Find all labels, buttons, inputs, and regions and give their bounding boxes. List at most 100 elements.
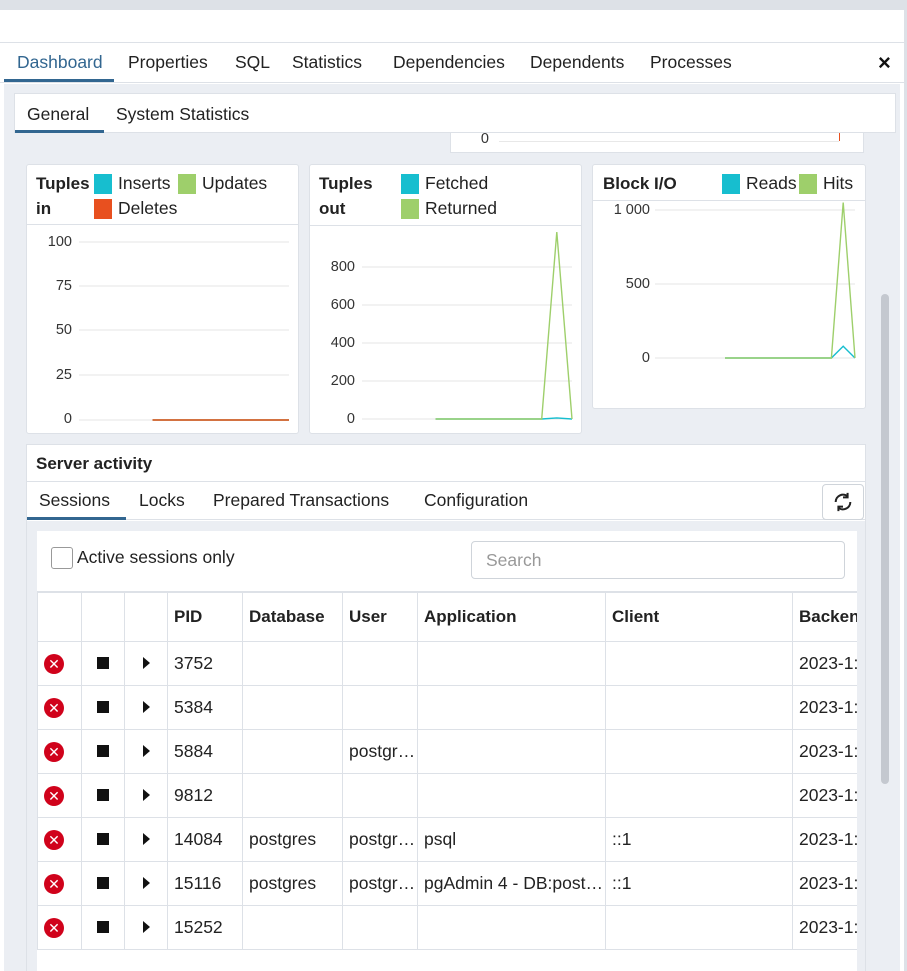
client-cell: ::1 <box>605 861 793 906</box>
expand-row-icon[interactable] <box>143 921 150 933</box>
terminate-cell: ✕ <box>37 729 82 774</box>
legend-label-returned: Returned <box>425 198 497 218</box>
main-tab-bar: Dashboard Properties SQL Statistics Depe… <box>0 43 904 83</box>
tuples-in-svg <box>79 241 289 421</box>
cancel-query-icon[interactable] <box>97 657 109 669</box>
legend-swatch-inserts <box>94 173 112 194</box>
col-header-pid[interactable]: PID <box>167 592 243 642</box>
expand-row-icon[interactable] <box>143 657 150 669</box>
database-cell <box>242 685 343 730</box>
tab-system-statistics[interactable]: System Statistics <box>116 104 249 125</box>
block-io-series-reads <box>725 345 856 359</box>
table-row: ✕ 15116 postgres postgr… pgAdmin 4 - DB:… <box>37 861 857 906</box>
terminate-session-icon[interactable]: ✕ <box>44 918 64 938</box>
legend-updates: Updates <box>178 171 267 196</box>
table-row: ✕ 14084 postgres postgr… psql ::1 2023-1… <box>37 817 857 862</box>
pid-cell: 14084 <box>167 817 243 862</box>
server-activity-tabs: Sessions Locks Prepared Transactions Con… <box>27 481 865 520</box>
legend-swatch-reads <box>722 173 740 194</box>
terminate-session-icon[interactable]: ✕ <box>44 742 64 762</box>
tab-processes[interactable]: Processes <box>650 52 732 73</box>
col-header-user[interactable]: User <box>342 592 418 642</box>
tab-prepared-transactions[interactable]: Prepared Transactions <box>213 490 389 511</box>
client-cell <box>605 729 793 774</box>
tab-locks[interactable]: Locks <box>139 490 185 511</box>
pid-cell: 3752 <box>167 641 243 686</box>
cancel-query-icon[interactable] <box>97 833 109 845</box>
expand-row-icon[interactable] <box>143 745 150 757</box>
backend-start-cell: 2023-1: <box>792 729 857 774</box>
terminate-session-icon[interactable]: ✕ <box>44 874 64 894</box>
prev-chart-mark <box>839 133 840 141</box>
vertical-scrollbar[interactable] <box>881 294 889 784</box>
col-header-cancel <box>81 592 125 642</box>
tuples-in-title-line1: Tuples <box>36 174 90 193</box>
refresh-button[interactable] <box>822 484 864 520</box>
terminate-session-icon[interactable]: ✕ <box>44 786 64 806</box>
application-cell <box>417 641 606 686</box>
active-sessions-checkbox[interactable] <box>51 547 73 569</box>
cancel-query-icon[interactable] <box>97 877 109 889</box>
application-cell <box>417 685 606 730</box>
client-cell <box>605 685 793 730</box>
backend-start-cell: 2023-1: <box>792 861 857 906</box>
tuples-out-header: Tuples out Fetched Returned <box>310 165 581 226</box>
pid-cell: 5884 <box>167 729 243 774</box>
tab-sessions[interactable]: Sessions <box>39 490 110 511</box>
client-cell <box>605 641 793 686</box>
tuples-out-title-line1: Tuples <box>319 174 373 193</box>
tab-general[interactable]: General <box>27 104 89 125</box>
application-cell <box>417 729 606 774</box>
col-header-application[interactable]: Application <box>417 592 606 642</box>
expand-cell <box>124 685 168 730</box>
tab-sql[interactable]: SQL <box>235 52 270 73</box>
database-cell: postgres <box>242 817 343 862</box>
terminate-cell: ✕ <box>37 861 82 906</box>
terminate-session-icon[interactable]: ✕ <box>44 654 64 674</box>
refresh-icon <box>834 492 852 512</box>
tuples-out-svg <box>362 231 573 420</box>
user-cell <box>342 641 418 686</box>
cancel-query-icon[interactable] <box>97 789 109 801</box>
search-input[interactable] <box>471 541 845 579</box>
tab-properties[interactable]: Properties <box>128 52 208 73</box>
col-header-backend[interactable]: Backen <box>792 592 857 642</box>
col-header-expand <box>124 592 168 642</box>
terminate-session-icon[interactable]: ✕ <box>44 698 64 718</box>
cancel-cell <box>81 905 125 950</box>
tuples-in-title-line2: in <box>36 199 52 218</box>
active-sessions-label: Active sessions only <box>77 547 235 567</box>
legend-returned: Returned <box>401 196 497 221</box>
tab-dependents[interactable]: Dependents <box>530 52 624 73</box>
legend-inserts: Inserts <box>94 171 171 196</box>
tuples-in-header: Tuples in Inserts Updates Deletes <box>27 165 298 225</box>
block-io-series-hits <box>725 202 856 359</box>
expand-row-icon[interactable] <box>143 833 150 845</box>
pid-cell: 9812 <box>167 773 243 818</box>
expand-row-icon[interactable] <box>143 701 150 713</box>
sessions-body: Active sessions only PID <box>27 521 865 971</box>
tab-configuration[interactable]: Configuration <box>424 490 528 511</box>
close-icon[interactable]: × <box>878 50 891 76</box>
col-header-client[interactable]: Client <box>605 592 793 642</box>
application-cell <box>417 773 606 818</box>
server-activity-title: Server activity <box>36 454 153 473</box>
expand-row-icon[interactable] <box>143 877 150 889</box>
user-cell <box>342 685 418 730</box>
previous-chart-panel: 0 <box>450 131 864 153</box>
cancel-query-icon[interactable] <box>97 921 109 933</box>
expand-cell <box>124 861 168 906</box>
col-header-database[interactable]: Database <box>242 592 343 642</box>
tab-dependencies[interactable]: Dependencies <box>393 52 505 73</box>
tab-statistics[interactable]: Statistics <box>292 52 362 73</box>
tab-dashboard[interactable]: Dashboard <box>17 52 103 73</box>
expand-row-icon[interactable] <box>143 789 150 801</box>
cancel-query-icon[interactable] <box>97 745 109 757</box>
cancel-cell <box>81 773 125 818</box>
terminate-session-icon[interactable]: ✕ <box>44 830 64 850</box>
terminate-cell: ✕ <box>37 817 82 862</box>
table-row: ✕ 15252 2023-1: <box>37 905 857 950</box>
cancel-query-icon[interactable] <box>97 701 109 713</box>
block-io-title: Block I/O <box>603 174 677 193</box>
user-cell: postgr… <box>342 817 418 862</box>
